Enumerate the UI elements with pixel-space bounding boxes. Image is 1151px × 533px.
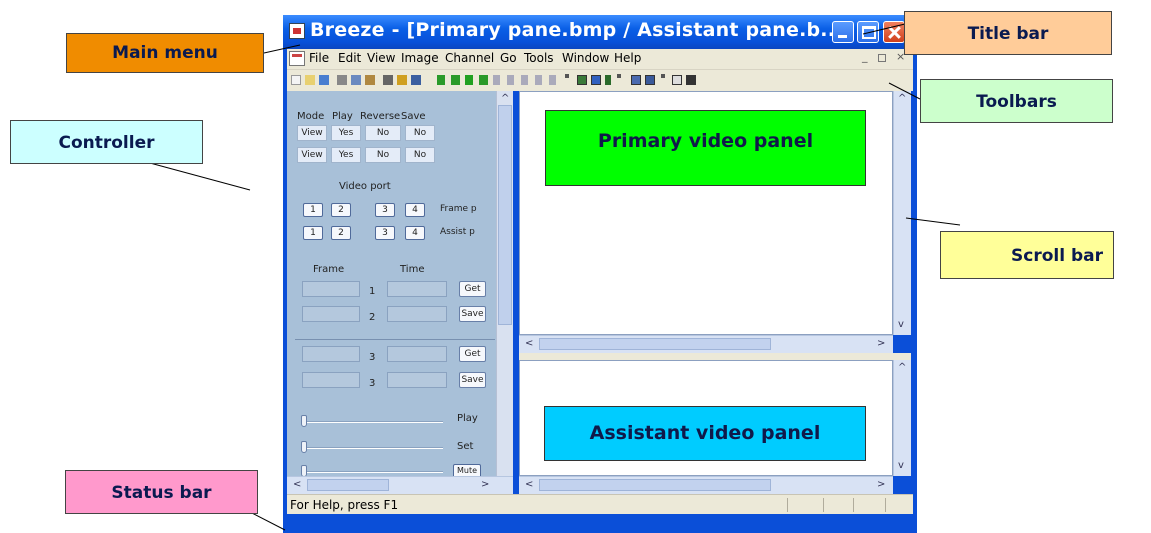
assistant-panel-callout: Assistant video panel [544,406,866,461]
leader-main-menu [263,44,301,54]
controller-callout-label: Controller [58,133,155,153]
status-bar-callout: Status bar [65,470,258,514]
assistant-panel-callout-label: Assistant video panel [589,422,821,444]
primary-panel-callout: Primary video panel [545,110,866,186]
main-menu-callout: Main menu [66,33,264,73]
scroll-bar-callout-label: Scroll bar [1011,246,1103,266]
leader-toolbars [888,82,921,100]
title-bar-callout: Title bar [904,11,1112,55]
toolbars-callout: Toolbars [920,79,1113,123]
controller-callout: Controller [10,120,203,164]
status-bar-callout-label: Status bar [111,483,212,503]
leader-scroll-bar [905,217,961,226]
leader-title-bar [862,23,906,35]
title-bar-callout-label: Title bar [967,24,1049,44]
toolbars-callout-label: Toolbars [976,92,1057,112]
scroll-bar-callout: Scroll bar [940,231,1114,279]
main-menu-callout-label: Main menu [112,43,218,63]
primary-panel-callout-label: Primary video panel [597,130,814,152]
leader-controller [149,162,251,191]
